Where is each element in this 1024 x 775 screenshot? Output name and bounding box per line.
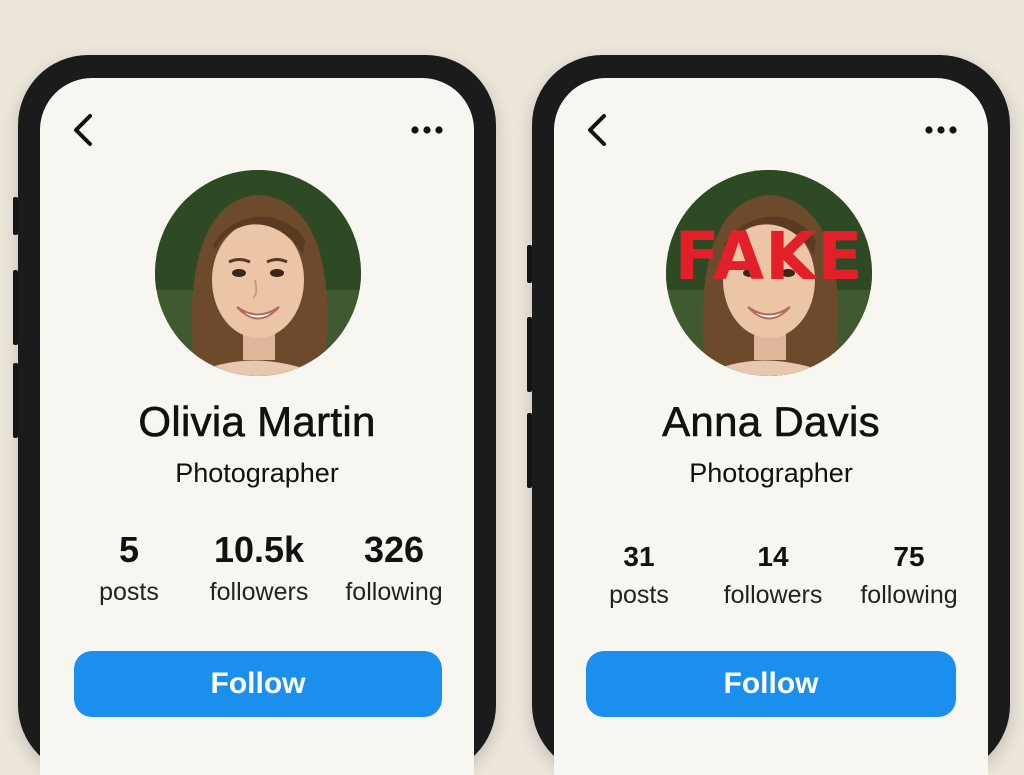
stat-followers-value: 10.5k xyxy=(213,529,305,570)
follow-button[interactable]: Follow xyxy=(586,651,956,717)
stat-followers-label: followers xyxy=(723,581,823,609)
profile-name: Olivia Martin xyxy=(138,398,376,446)
fake-stamp: FAKE xyxy=(674,218,864,295)
mute-switch xyxy=(13,197,18,235)
follow-button[interactable]: Follow xyxy=(74,651,442,717)
profile-screen-olivia: Olivia Martin Photographer 5 posts 10.5k… xyxy=(40,78,474,775)
more-horizontal-icon[interactable] xyxy=(410,124,444,136)
mute-switch xyxy=(527,245,532,283)
stat-following-label: following xyxy=(345,578,443,606)
stat-posts-label: posts xyxy=(609,581,669,609)
volume-up-button xyxy=(13,270,18,345)
profile-name: Anna Davis xyxy=(662,398,880,446)
stat-following[interactable]: 75 following xyxy=(844,543,974,610)
more-horizontal-icon[interactable] xyxy=(924,124,958,136)
avatar-portrait-image xyxy=(155,170,361,376)
stat-followers-value: 14 xyxy=(757,541,789,572)
stat-following[interactable]: 326 following xyxy=(329,532,459,607)
profile-screen-anna: FAKE Anna Davis Photographer 31 posts 14… xyxy=(554,78,988,775)
volume-down-button xyxy=(527,413,532,488)
stat-following-label: following xyxy=(860,581,958,609)
stat-posts-label: posts xyxy=(99,578,159,606)
stat-followers-label: followers xyxy=(209,578,309,606)
profile-title: Photographer xyxy=(175,458,339,488)
stat-posts: 31 posts xyxy=(574,543,704,610)
stat-followers[interactable]: 14 followers xyxy=(708,543,838,610)
stat-posts-value: 31 xyxy=(623,541,655,572)
stat-posts: 5 posts xyxy=(64,532,194,607)
profile-title: Photographer xyxy=(689,458,853,488)
chevron-left-icon[interactable] xyxy=(70,112,96,148)
phone-right: FAKE Anna Davis Photographer 31 posts 14… xyxy=(527,55,1010,775)
stat-following-value: 75 xyxy=(893,541,925,572)
avatar xyxy=(155,170,361,376)
stat-followers[interactable]: 10.5k followers xyxy=(194,532,324,607)
volume-up-button xyxy=(527,317,532,392)
stat-following-value: 326 xyxy=(363,529,425,570)
chevron-left-icon[interactable] xyxy=(584,112,610,148)
volume-down-button xyxy=(13,363,18,438)
stat-posts-value: 5 xyxy=(118,529,140,570)
avatar: FAKE xyxy=(666,170,872,376)
phone-left: Olivia Martin Photographer 5 posts 10.5k… xyxy=(13,55,496,775)
